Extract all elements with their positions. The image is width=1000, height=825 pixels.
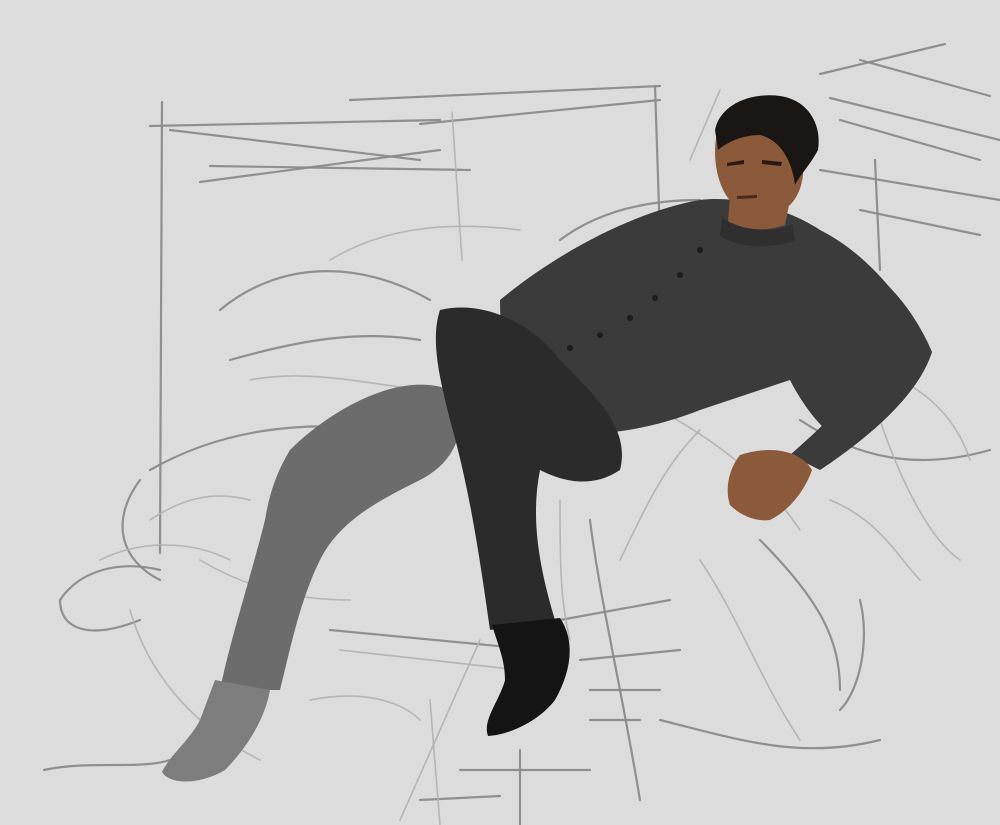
reclining-figure [162,95,932,782]
right-sock [486,618,570,736]
left-leg [220,384,460,690]
artwork-canvas [0,0,1000,825]
left-sock [162,680,270,782]
right-hand [727,450,812,521]
sketch-illustration [42,42,1000,825]
